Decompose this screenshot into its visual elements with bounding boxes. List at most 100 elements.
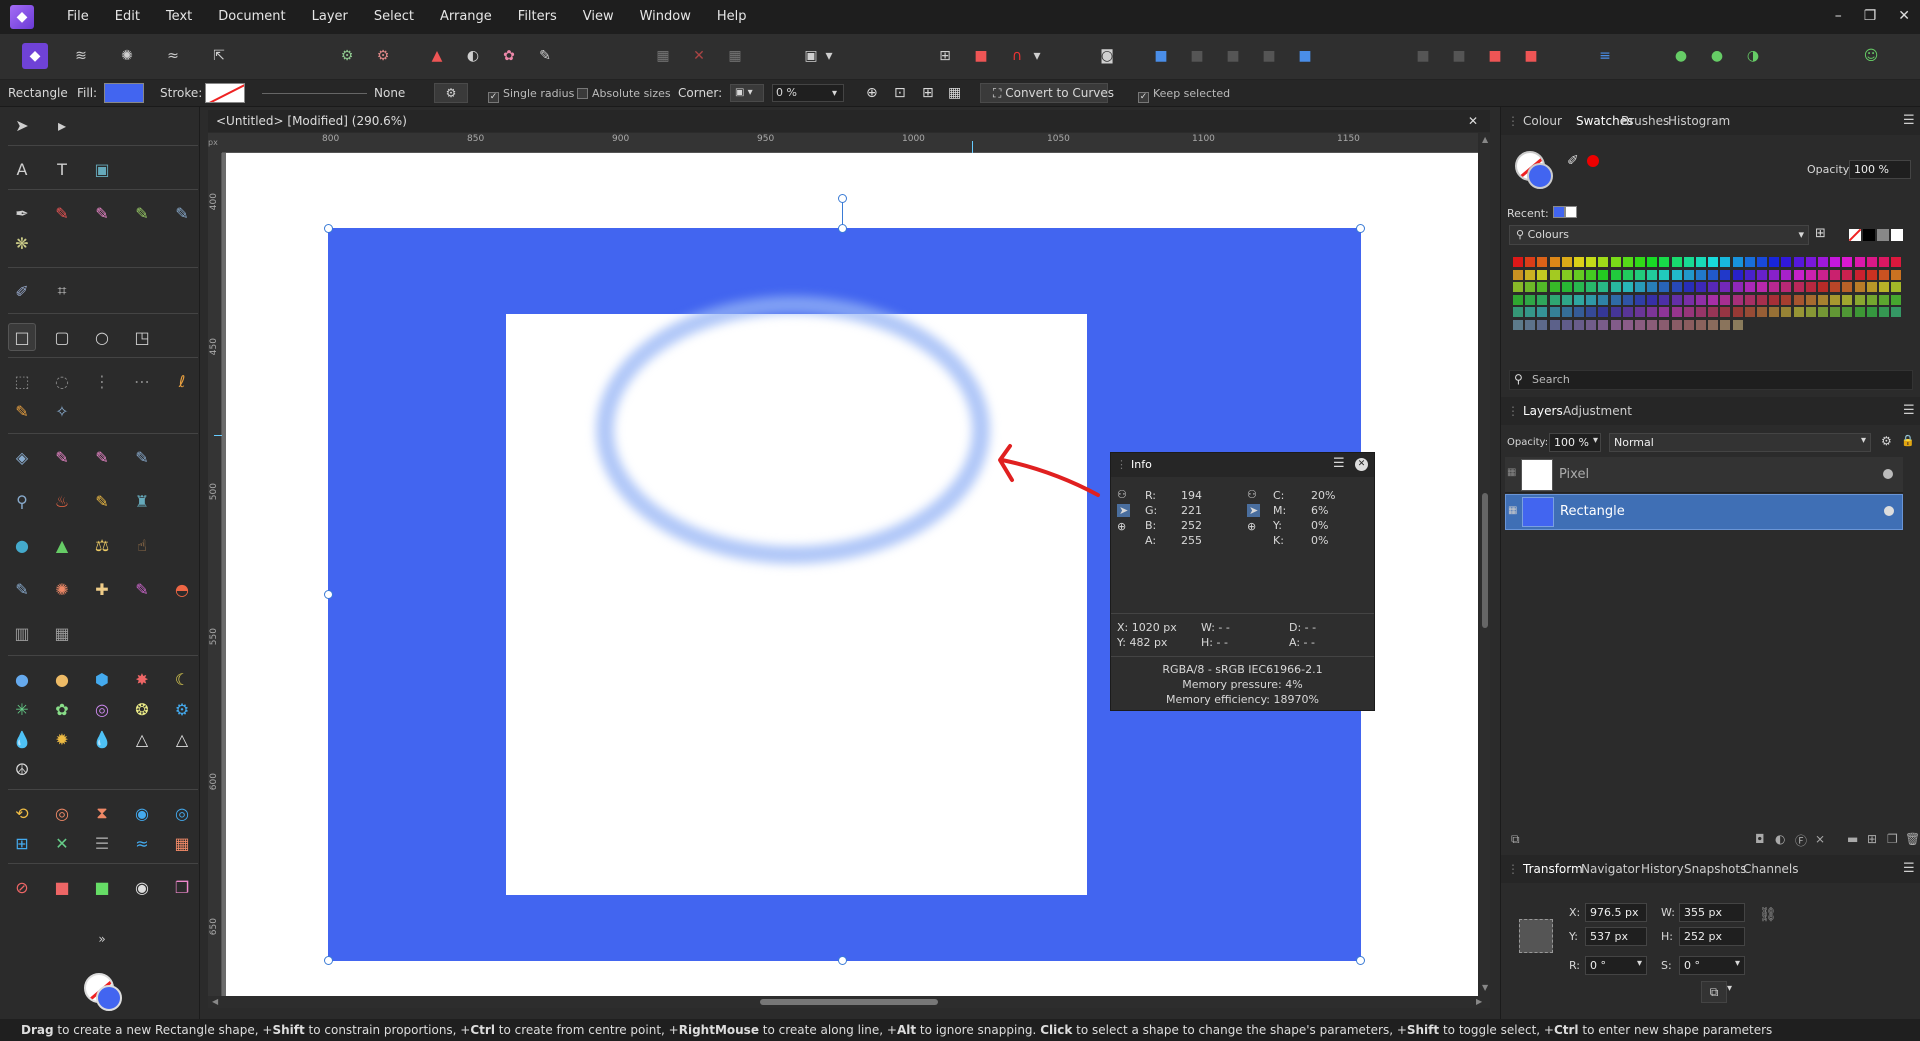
colour-swatch[interactable] [1635,307,1645,317]
colour-swatch[interactable] [1891,257,1902,267]
colour-swatch[interactable] [1818,294,1828,305]
colour-swatch[interactable] [1586,319,1597,330]
fx-target-icon[interactable]: ◉ [128,799,156,827]
elliptical-marquee-icon[interactable]: ◌ [48,367,76,395]
red-eye-icon[interactable]: ✎ [128,575,156,603]
crosshair-source-icon[interactable]: ⊕ [1117,520,1126,533]
selection-brush-icon[interactable]: ✎ [8,397,36,425]
colour-swatch[interactable] [1720,257,1731,267]
fx-icon[interactable]: ⨯ [1815,832,1825,846]
menu-view[interactable]: View [570,0,627,34]
colour-swatch[interactable] [1586,282,1597,292]
colour-swatch[interactable] [1586,269,1597,280]
tab-history[interactable]: History [1641,855,1684,883]
grey-swatch[interactable] [1877,229,1889,241]
fx-drop-icon[interactable]: 💧 [8,725,36,753]
share-icon[interactable]: ● [1704,43,1730,69]
arrange-forward-icon[interactable]: ■ [1184,43,1210,69]
colour-swatch[interactable] [1732,307,1743,317]
info-menu-icon[interactable]: ☰ [1333,456,1345,471]
menu-text[interactable]: Text [153,0,205,34]
colour-swatch[interactable] [1854,282,1865,292]
palette-options-icon[interactable]: ⊞ [1815,226,1826,241]
snapping-magnet-icon[interactable]: ∩ [1004,43,1030,69]
add-group-icon[interactable]: ▬ [1847,832,1858,846]
transform-options-dropdown-icon[interactable]: ▾ [1727,983,1732,994]
transform-h-field[interactable]: 252 px [1679,927,1745,946]
colour-swatch[interactable] [1683,257,1694,267]
tab-navigator[interactable]: Navigator [1581,855,1640,883]
colour-swatch[interactable] [1732,282,1743,292]
tone-mapping-persona-icon[interactable]: ≈ [160,43,186,69]
color-picker-tool-icon[interactable]: ✐ [8,277,36,305]
colour-swatch[interactable] [1805,269,1816,280]
fill-colour-well[interactable] [96,985,122,1011]
colour-swatch[interactable] [1598,307,1609,317]
colour-swatch[interactable] [1805,257,1816,267]
patch-tool-icon[interactable]: ✚ [88,575,116,603]
cursor-source-icon[interactable]: ➤ [1117,504,1131,517]
colour-swatch[interactable] [1793,282,1804,292]
stroke-swatch[interactable] [205,83,245,103]
stroke-settings-gear-icon[interactable]: ⚙ [434,83,468,103]
colour-swatch[interactable] [1805,294,1816,305]
fx-star-icon[interactable]: ✳ [8,695,36,723]
colour-swatch[interactable] [1622,269,1633,280]
quick-mask-dropdown-icon[interactable]: ▾ [822,43,836,69]
levels-icon[interactable]: ▲ [424,43,450,69]
adjustment-icon[interactable]: ◐ [1775,832,1785,846]
selection-handle-bottom[interactable] [838,956,847,965]
snapping-toggle-icon[interactable]: ■ [968,43,994,69]
background-erase-icon[interactable]: ✎ [128,443,156,471]
colour-swatch[interactable] [1769,269,1780,280]
colour-swatch[interactable] [1610,319,1621,330]
colour-swatch[interactable] [1525,269,1536,280]
colour-swatch[interactable] [1574,269,1584,280]
tab-histogram[interactable]: Histogram [1668,107,1730,135]
flip-icon[interactable]: ■ [1292,43,1318,69]
colour-swatch[interactable] [1696,282,1706,292]
colour-swatch[interactable] [1525,319,1536,330]
colour-swatch[interactable] [1622,282,1633,292]
fx-square-icon[interactable]: ■ [48,873,76,901]
colour-swatch[interactable] [1842,282,1853,292]
affinity-photo-logo-icon[interactable]: ◆ [10,5,34,29]
selection-handle-bottom-right[interactable] [1356,956,1365,965]
export-persona-icon[interactable]: ⇱ [206,43,232,69]
fx-spiral-icon[interactable]: ⟲ [8,799,36,827]
colour-swatch[interactable] [1854,307,1865,317]
mesh-tool-icon[interactable]: ▦ [48,619,76,647]
snapping-dropdown-icon[interactable]: ▾ [1030,43,1044,69]
frame-text-tool-icon[interactable]: T [48,155,76,183]
info-close-icon[interactable]: ✕ [1355,458,1368,471]
smudge-brush-icon[interactable]: ☝ [128,531,156,559]
colour-swatch[interactable] [1549,319,1560,330]
place-image-tool-icon[interactable]: ▣ [88,155,116,183]
colour-swatch[interactable] [1866,269,1877,280]
colour-swatch[interactable] [1781,294,1792,305]
colour-swatch[interactable] [1708,257,1719,267]
colour-swatch[interactable] [1683,307,1694,317]
layer-row-pixel[interactable]: ▦ Pixel [1505,457,1903,493]
mesh-warp-tool-icon[interactable]: ❋ [8,229,36,257]
crosshair-source-icon[interactable]: ⊕ [1247,520,1256,533]
row-marquee-icon[interactable]: ⋯ [128,367,156,395]
photo-persona-icon[interactable]: ◆ [22,43,48,69]
invert-selection-icon[interactable]: ▦ [722,43,748,69]
colour-swatch[interactable] [1781,307,1792,317]
panel-grip-icon[interactable]: ⋮ [1507,107,1519,135]
colour-swatch[interactable] [1854,257,1865,267]
sharpen-brush-icon[interactable]: ▲ [48,531,76,559]
colour-swatch[interactable] [1879,257,1889,267]
dodge-brush-icon[interactable]: ◓ [168,575,196,603]
colour-swatch[interactable] [1635,269,1645,280]
colour-swatch[interactable] [1574,282,1584,292]
perspective-tool-icon[interactable]: ▥ [8,619,36,647]
transform-menu-icon[interactable]: ☰ [1903,855,1915,883]
fx-grid-icon[interactable]: ⊞ [8,829,36,857]
selection-handle-top[interactable] [838,224,847,233]
align-grid-icon[interactable]: ▦ [948,80,961,107]
anchor-icon[interactable]: ⊡ [894,80,906,107]
liquify-persona-icon[interactable]: ≋ [68,43,94,69]
colour-swatch[interactable] [1732,257,1743,267]
